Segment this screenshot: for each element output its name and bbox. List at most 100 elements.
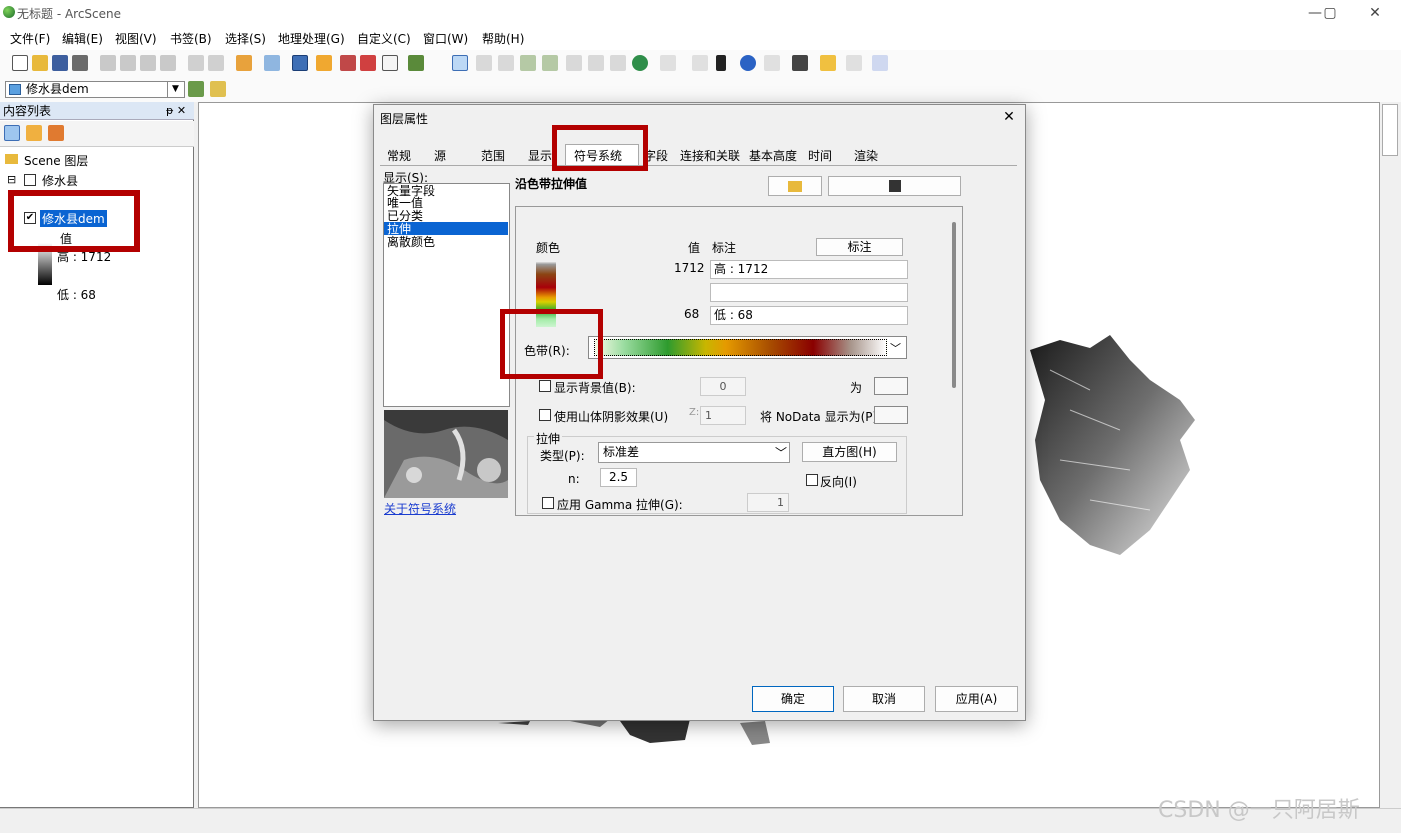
pan-icon[interactable] bbox=[610, 55, 626, 71]
about-symbology-link[interactable]: 关于符号系统 bbox=[384, 500, 456, 517]
zoom-out-icon[interactable] bbox=[588, 55, 604, 71]
high-label-input[interactable]: 高 : 1712 bbox=[710, 260, 908, 279]
tab-time[interactable]: 时间 bbox=[808, 147, 832, 165]
gamma-value-input[interactable]: 1 bbox=[747, 493, 789, 512]
fly-icon[interactable] bbox=[476, 55, 492, 71]
chevron-down-icon[interactable]: ﹀ bbox=[890, 340, 901, 356]
apply-button[interactable]: 应用(A) bbox=[935, 686, 1018, 712]
add-data-icon[interactable] bbox=[236, 55, 252, 71]
restore-button[interactable]: ▢ bbox=[1315, 3, 1345, 23]
gamma-checkbox[interactable] bbox=[542, 497, 554, 509]
stretch-type-dropdown[interactable]: 标准差 bbox=[598, 442, 790, 463]
delete-icon[interactable] bbox=[160, 55, 176, 71]
cancel-button[interactable]: 取消 bbox=[843, 686, 925, 712]
list-item-stretched[interactable]: 拉伸 bbox=[387, 223, 411, 235]
invert-checkbox[interactable] bbox=[806, 474, 818, 486]
tab-extent[interactable]: 范围 bbox=[481, 147, 505, 165]
chevron-down-icon[interactable]: ﹀ bbox=[775, 444, 787, 461]
html-popup-icon[interactable] bbox=[764, 55, 780, 71]
background-color-picker[interactable] bbox=[874, 377, 908, 395]
list-by-drawing-order-icon[interactable] bbox=[4, 125, 20, 141]
menu-help[interactable]: 帮助(H) bbox=[482, 30, 524, 47]
background-value-input[interactable]: 0 bbox=[700, 377, 746, 396]
select-elements-icon[interactable] bbox=[716, 55, 726, 71]
new-document-icon[interactable] bbox=[12, 55, 28, 71]
redo-icon[interactable] bbox=[208, 55, 224, 71]
menu-view[interactable]: 视图(V) bbox=[115, 30, 157, 47]
panel-scrollbar[interactable] bbox=[952, 222, 956, 388]
paste-icon[interactable] bbox=[140, 55, 156, 71]
scene-properties-icon[interactable] bbox=[264, 55, 280, 71]
right-dock bbox=[1381, 102, 1401, 808]
zoom-to-target-icon[interactable] bbox=[520, 55, 536, 71]
layer-dropdown[interactable]: 修水县dem bbox=[5, 81, 185, 98]
n-label: n: bbox=[568, 472, 580, 486]
navigate-icon[interactable] bbox=[452, 55, 468, 71]
copy-icon[interactable] bbox=[120, 55, 136, 71]
dialog-close-button[interactable]: ✕ bbox=[1000, 108, 1018, 126]
group-visibility-checkbox[interactable] bbox=[24, 174, 36, 186]
zoom-in-icon[interactable] bbox=[566, 55, 582, 71]
layer-transparency-icon[interactable] bbox=[188, 81, 204, 97]
menu-file[interactable]: 文件(F) bbox=[10, 30, 50, 47]
identify-icon[interactable] bbox=[740, 55, 756, 71]
set-observer-icon[interactable] bbox=[542, 55, 558, 71]
list-item-discrete-color[interactable]: 离散颜色 bbox=[387, 236, 435, 248]
dem-terrain-render bbox=[1030, 335, 1195, 555]
animation-icon[interactable] bbox=[846, 55, 862, 71]
python-window-icon[interactable] bbox=[382, 55, 398, 71]
menu-geoprocessing[interactable]: 地理处理(G) bbox=[278, 30, 345, 47]
list-item-unique-values[interactable]: 唯一值 bbox=[387, 197, 423, 209]
tab-general[interactable]: 常规 bbox=[387, 147, 411, 165]
catalog-icon[interactable] bbox=[316, 55, 332, 71]
menu-selection[interactable]: 选择(S) bbox=[225, 30, 266, 47]
tab-source[interactable]: 源 bbox=[434, 147, 446, 165]
undo-icon[interactable] bbox=[188, 55, 204, 71]
low-label-input[interactable]: 低 : 68 bbox=[710, 306, 908, 325]
ok-button[interactable]: 确定 bbox=[752, 686, 834, 712]
model-builder-icon[interactable] bbox=[408, 55, 424, 71]
n-value-input[interactable]: 2.5 bbox=[600, 468, 637, 487]
menu-bookmarks[interactable]: 书签(B) bbox=[170, 30, 212, 47]
chevron-down-icon[interactable]: ▼ bbox=[167, 82, 183, 97]
label-button[interactable]: 标注 bbox=[816, 238, 903, 256]
open-folder-icon[interactable] bbox=[32, 55, 48, 71]
list-item-classified[interactable]: 已分类 bbox=[387, 210, 423, 222]
target-center-icon[interactable] bbox=[498, 55, 514, 71]
select-features-icon[interactable] bbox=[660, 55, 676, 71]
list-by-visibility-icon[interactable] bbox=[48, 125, 64, 141]
clear-selection-icon[interactable] bbox=[692, 55, 708, 71]
tab-rendering[interactable]: 渲染 bbox=[854, 147, 878, 165]
measure-icon[interactable] bbox=[820, 55, 836, 71]
full-extent-icon[interactable] bbox=[632, 55, 648, 71]
toc-window-icon[interactable] bbox=[292, 55, 308, 71]
close-window-button[interactable]: ✕ bbox=[1360, 3, 1390, 23]
nodata-color-picker[interactable] bbox=[874, 406, 908, 424]
save-icon[interactable] bbox=[52, 55, 68, 71]
arctoolbox-icon[interactable] bbox=[360, 55, 376, 71]
3d-effects-icon[interactable] bbox=[872, 55, 888, 71]
print-icon[interactable] bbox=[72, 55, 88, 71]
highlight-box-layer bbox=[8, 190, 140, 252]
save-style-button[interactable] bbox=[828, 176, 961, 196]
cut-icon[interactable] bbox=[100, 55, 116, 71]
tab-display[interactable]: 显示 bbox=[528, 147, 552, 165]
mid-label-input[interactable] bbox=[710, 283, 908, 302]
search-window-icon[interactable] bbox=[340, 55, 356, 71]
hillshade-checkbox[interactable] bbox=[539, 409, 551, 421]
list-by-source-icon[interactable] bbox=[26, 125, 42, 141]
tab-base-heights[interactable]: 基本高度 bbox=[749, 147, 797, 165]
collapse-icon[interactable]: ⊟ bbox=[7, 173, 16, 186]
histograms-button[interactable]: 直方图(H) bbox=[802, 442, 897, 462]
import-button[interactable] bbox=[768, 176, 822, 196]
catalog-dock-tab[interactable] bbox=[1382, 104, 1398, 156]
menu-windows[interactable]: 窗口(W) bbox=[423, 30, 468, 47]
menu-edit[interactable]: 编辑(E) bbox=[62, 30, 103, 47]
toc-pin-close[interactable]: ᵽ ✕ bbox=[166, 104, 186, 117]
z-factor-input[interactable]: 1 bbox=[700, 406, 746, 425]
show-background-checkbox[interactable] bbox=[539, 380, 551, 392]
find-icon[interactable] bbox=[792, 55, 808, 71]
lighting-icon[interactable] bbox=[210, 81, 226, 97]
menu-customize[interactable]: 自定义(C) bbox=[357, 30, 411, 47]
tab-joins-relates[interactable]: 连接和关联 bbox=[680, 147, 740, 165]
